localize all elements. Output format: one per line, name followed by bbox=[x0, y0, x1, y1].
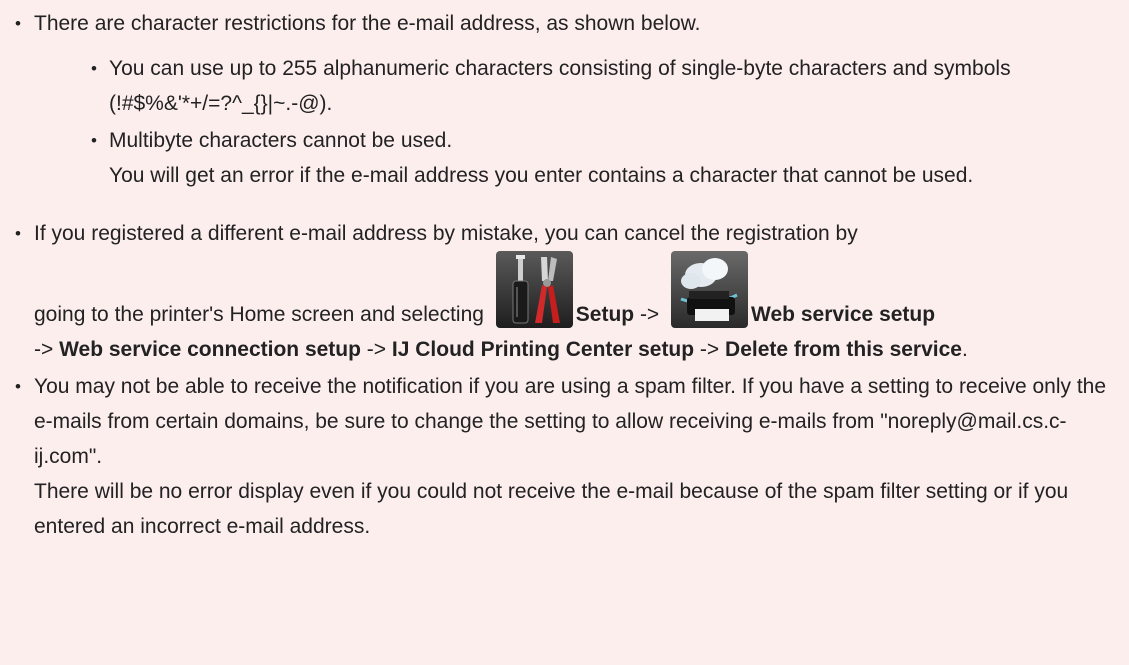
bullet-list: There are character restrictions for the… bbox=[8, 6, 1109, 544]
arrow-text: -> bbox=[360, 338, 392, 361]
delete-from-service-label: Delete from this service bbox=[725, 338, 962, 361]
cancel-lead-text: If you registered a different e-mail add… bbox=[34, 222, 858, 245]
setup-tools-icon bbox=[495, 251, 573, 328]
allowed-characters-text: You can use up to 255 alphanumeric chara… bbox=[109, 57, 1011, 115]
arrow-text: -> bbox=[34, 338, 60, 361]
spam-filter-text: You may not be able to receive the notif… bbox=[34, 375, 1107, 468]
sub-list-item: You can use up to 255 alphanumeric chara… bbox=[84, 51, 1109, 121]
list-item: There are character restrictions for the… bbox=[8, 6, 1109, 193]
arrow-text: -> bbox=[634, 303, 666, 326]
list-item: If you registered a different e-mail add… bbox=[8, 216, 1109, 367]
arrow-text: -> bbox=[694, 338, 726, 361]
setup-label: Setup bbox=[575, 303, 635, 326]
web-service-connection-setup-label: Web service connection setup bbox=[59, 338, 361, 361]
cancel-path: going to the printer's Home screen and s… bbox=[34, 251, 936, 328]
going-to-text: going to the printer's Home screen and s… bbox=[34, 303, 490, 326]
ij-cloud-printing-center-setup-label: IJ Cloud Printing Center setup bbox=[391, 338, 695, 361]
multibyte-text: Multibyte characters cannot be used. bbox=[109, 129, 453, 152]
no-error-text: There will be no error display even if y… bbox=[34, 480, 1069, 538]
error-text: You will get an error if the e-mail addr… bbox=[109, 164, 974, 187]
sub-list: You can use up to 255 alphanumeric chara… bbox=[84, 51, 1109, 193]
note-box: There are character restrictions for the… bbox=[0, 0, 1129, 665]
cloud-printer-icon bbox=[671, 251, 749, 328]
list-item: You may not be able to receive the notif… bbox=[8, 369, 1109, 544]
restriction-intro: There are character restrictions for the… bbox=[34, 12, 701, 35]
period-text: . bbox=[961, 338, 968, 361]
sub-list-item: Multibyte characters cannot be used. You … bbox=[84, 123, 1109, 193]
web-service-setup-label: Web service setup bbox=[751, 303, 936, 326]
